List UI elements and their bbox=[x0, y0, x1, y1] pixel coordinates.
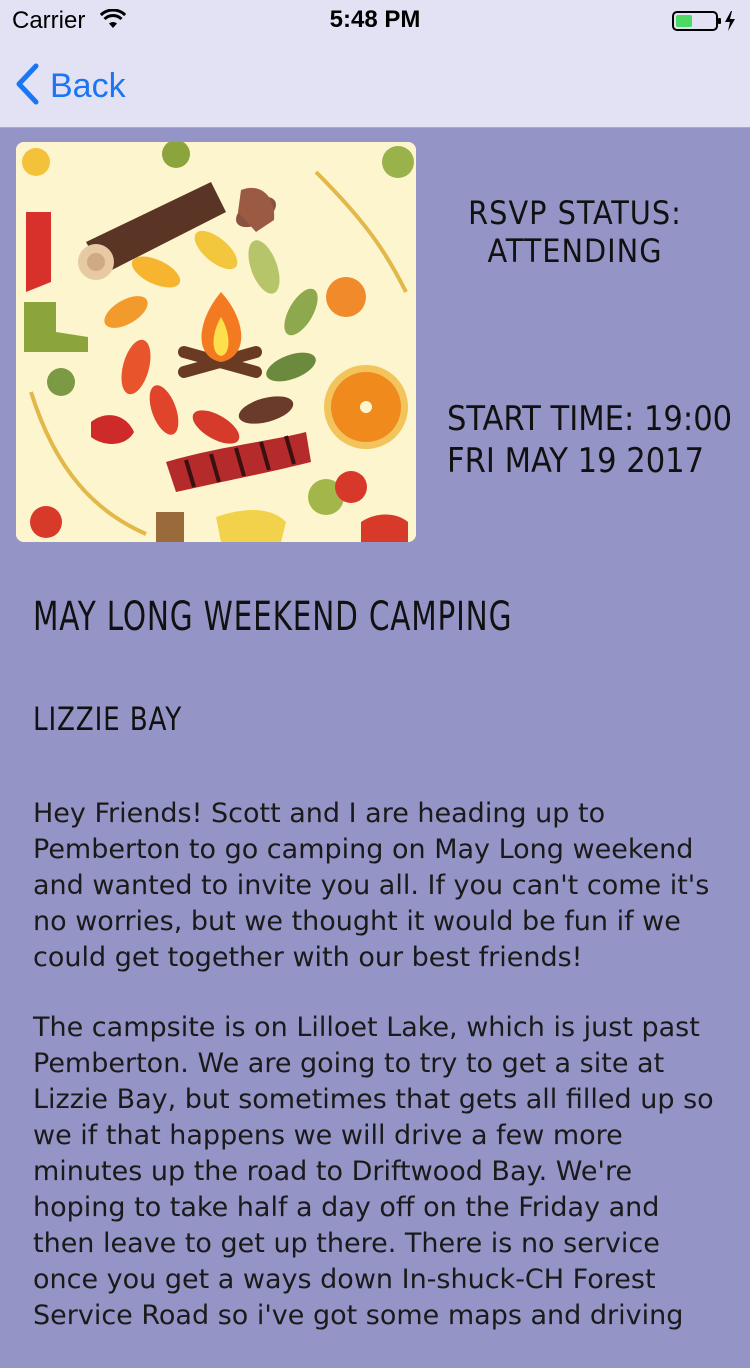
rsvp-value: ATTENDING bbox=[487, 232, 663, 270]
status-time: 5:48 PM bbox=[329, 6, 421, 33]
event-location: LIZZIE BAY bbox=[33, 700, 183, 738]
description-paragraph: Hey Friends! Scott and I are heading up … bbox=[33, 798, 710, 973]
rsvp-status: RSVP STATUS: ATTENDING bbox=[430, 194, 720, 270]
back-button[interactable]: Back bbox=[14, 62, 126, 110]
navigation-bar: Back bbox=[0, 40, 750, 128]
event-description: Hey Friends! Scott and I are heading up … bbox=[33, 796, 723, 1368]
status-bar: Carrier 5:48 PM bbox=[0, 0, 750, 40]
event-image bbox=[16, 142, 416, 542]
start-time: START TIME: 19:00 FRI MAY 19 2017 bbox=[447, 398, 737, 482]
event-title: MAY LONG WEEKEND CAMPING bbox=[33, 594, 513, 640]
start-time-label: START TIME: 19:00 bbox=[447, 399, 733, 439]
battery-icon bbox=[672, 10, 738, 37]
rsvp-label: RSVP STATUS: bbox=[468, 194, 682, 232]
back-label: Back bbox=[50, 66, 126, 105]
start-date-label: FRI MAY 19 2017 bbox=[447, 441, 705, 481]
description-paragraph: The campsite is on Lilloet Lake, which i… bbox=[33, 1012, 714, 1331]
chevron-left-icon bbox=[14, 62, 40, 110]
